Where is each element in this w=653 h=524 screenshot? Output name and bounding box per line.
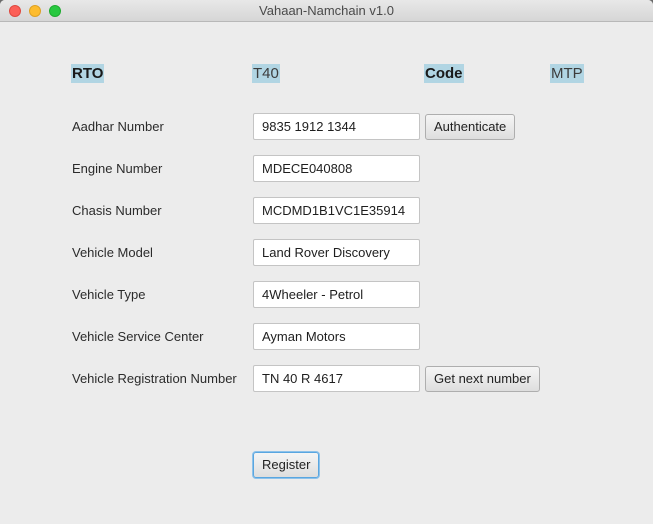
chasis-number-input[interactable]: MCDMD1B1VC1E35914: [253, 197, 420, 224]
app-window: Vahaan-Namchain v1.0 RTO T40 Code MTP Aa…: [0, 0, 653, 524]
chasis-number-label: Chasis Number: [72, 203, 162, 218]
vehicle-registration-number-label: Vehicle Registration Number: [72, 371, 237, 386]
rto-label: RTO: [71, 64, 105, 83]
vehicle-type-input[interactable]: 4Wheeler - Petrol: [253, 281, 420, 308]
aadhar-number-label: Aadhar Number: [72, 119, 164, 134]
title-bar[interactable]: Vahaan-Namchain v1.0: [0, 0, 653, 22]
code-label: Code: [424, 64, 464, 83]
window-title: Vahaan-Namchain v1.0: [259, 3, 394, 18]
registration-form: RTO T40 Code MTP Aadhar Number 9835 1912…: [0, 22, 653, 524]
aadhar-number-input[interactable]: 9835 1912 1344: [253, 113, 420, 140]
vehicle-type-label: Vehicle Type: [72, 287, 146, 302]
vehicle-service-center-input[interactable]: Ayman Motors: [253, 323, 420, 350]
register-button[interactable]: Register: [253, 452, 320, 478]
vehicle-registration-number-input[interactable]: TN 40 R 4617: [253, 365, 420, 392]
vehicle-service-center-label: Vehicle Service Center: [72, 329, 204, 344]
vehicle-model-input[interactable]: Land Rover Discovery: [253, 239, 420, 266]
engine-number-input[interactable]: MDECE040808: [253, 155, 420, 182]
authenticate-button[interactable]: Authenticate: [425, 114, 516, 140]
code-value: MTP: [550, 64, 584, 83]
rto-value: T40: [252, 64, 280, 83]
get-next-number-button[interactable]: Get next number: [425, 366, 540, 392]
vehicle-model-label: Vehicle Model: [72, 245, 153, 260]
engine-number-label: Engine Number: [72, 161, 163, 176]
